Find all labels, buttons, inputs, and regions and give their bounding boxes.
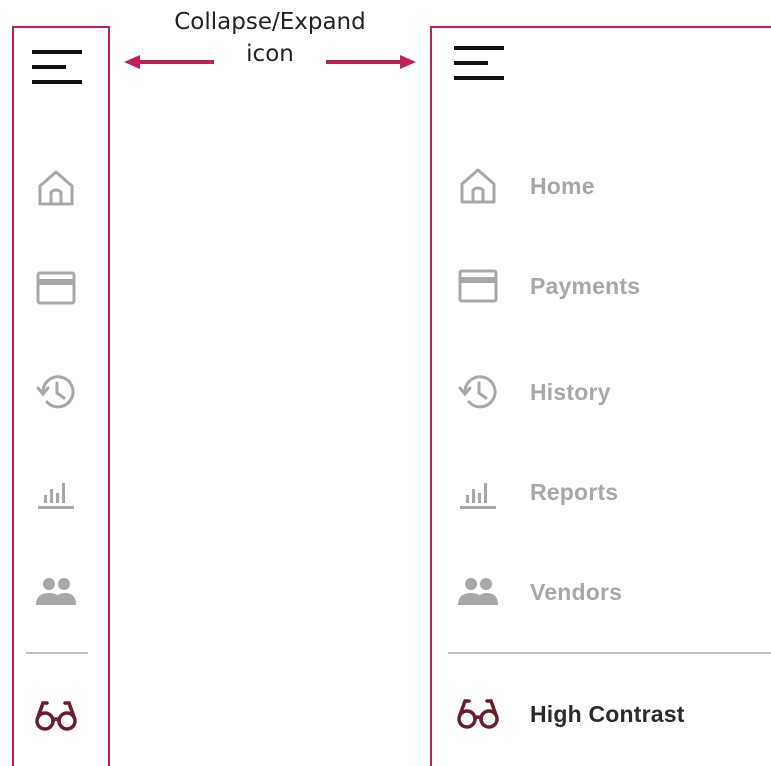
- sidebar-item-reports[interactable]: [14, 462, 108, 522]
- bar-chart-icon: [34, 470, 78, 514]
- hamburger-icon[interactable]: [454, 46, 506, 87]
- sidebar-expanded: Home Payments History Reports Vendors Hi…: [430, 26, 771, 766]
- sidebar-item-vendors[interactable]: Vendors: [432, 562, 771, 622]
- sidebar-item-payments[interactable]: [14, 258, 108, 318]
- sidebar-item-label: Payments: [530, 272, 641, 299]
- sidebar-item-reports[interactable]: Reports: [432, 462, 771, 522]
- credit-card-icon: [34, 266, 78, 310]
- sidebar-item-label: Home: [530, 172, 595, 199]
- divider: [448, 652, 771, 654]
- divider: [26, 652, 88, 654]
- sidebar-item-label: Vendors: [530, 578, 623, 605]
- glasses-icon: [34, 694, 78, 738]
- sidebar-item-label: History: [530, 378, 611, 405]
- history-icon: [456, 370, 500, 414]
- high-contrast-toggle[interactable]: High Contrast: [432, 684, 771, 744]
- sidebar-item-label: Reports: [530, 478, 619, 505]
- credit-card-icon: [456, 264, 500, 308]
- sidebar-item-payments[interactable]: Payments: [432, 256, 771, 316]
- sidebar-collapsed: [12, 26, 110, 766]
- high-contrast-label: High Contrast: [530, 700, 685, 727]
- hamburger-icon[interactable]: [32, 50, 84, 91]
- history-icon: [34, 370, 78, 414]
- annotation-arrow-right: [326, 55, 416, 69]
- people-icon: [34, 570, 78, 614]
- sidebar-item-home[interactable]: [14, 158, 108, 218]
- high-contrast-toggle[interactable]: [14, 686, 108, 746]
- sidebar-item-history[interactable]: [14, 362, 108, 422]
- bar-chart-icon: [456, 470, 500, 514]
- home-icon: [456, 164, 500, 208]
- annotation-arrow-left: [124, 55, 214, 69]
- glasses-icon: [456, 692, 500, 736]
- people-icon: [456, 570, 500, 614]
- sidebar-item-vendors[interactable]: [14, 562, 108, 622]
- home-icon: [34, 166, 78, 210]
- sidebar-item-home[interactable]: Home: [432, 156, 771, 216]
- sidebar-item-history[interactable]: History: [432, 362, 771, 422]
